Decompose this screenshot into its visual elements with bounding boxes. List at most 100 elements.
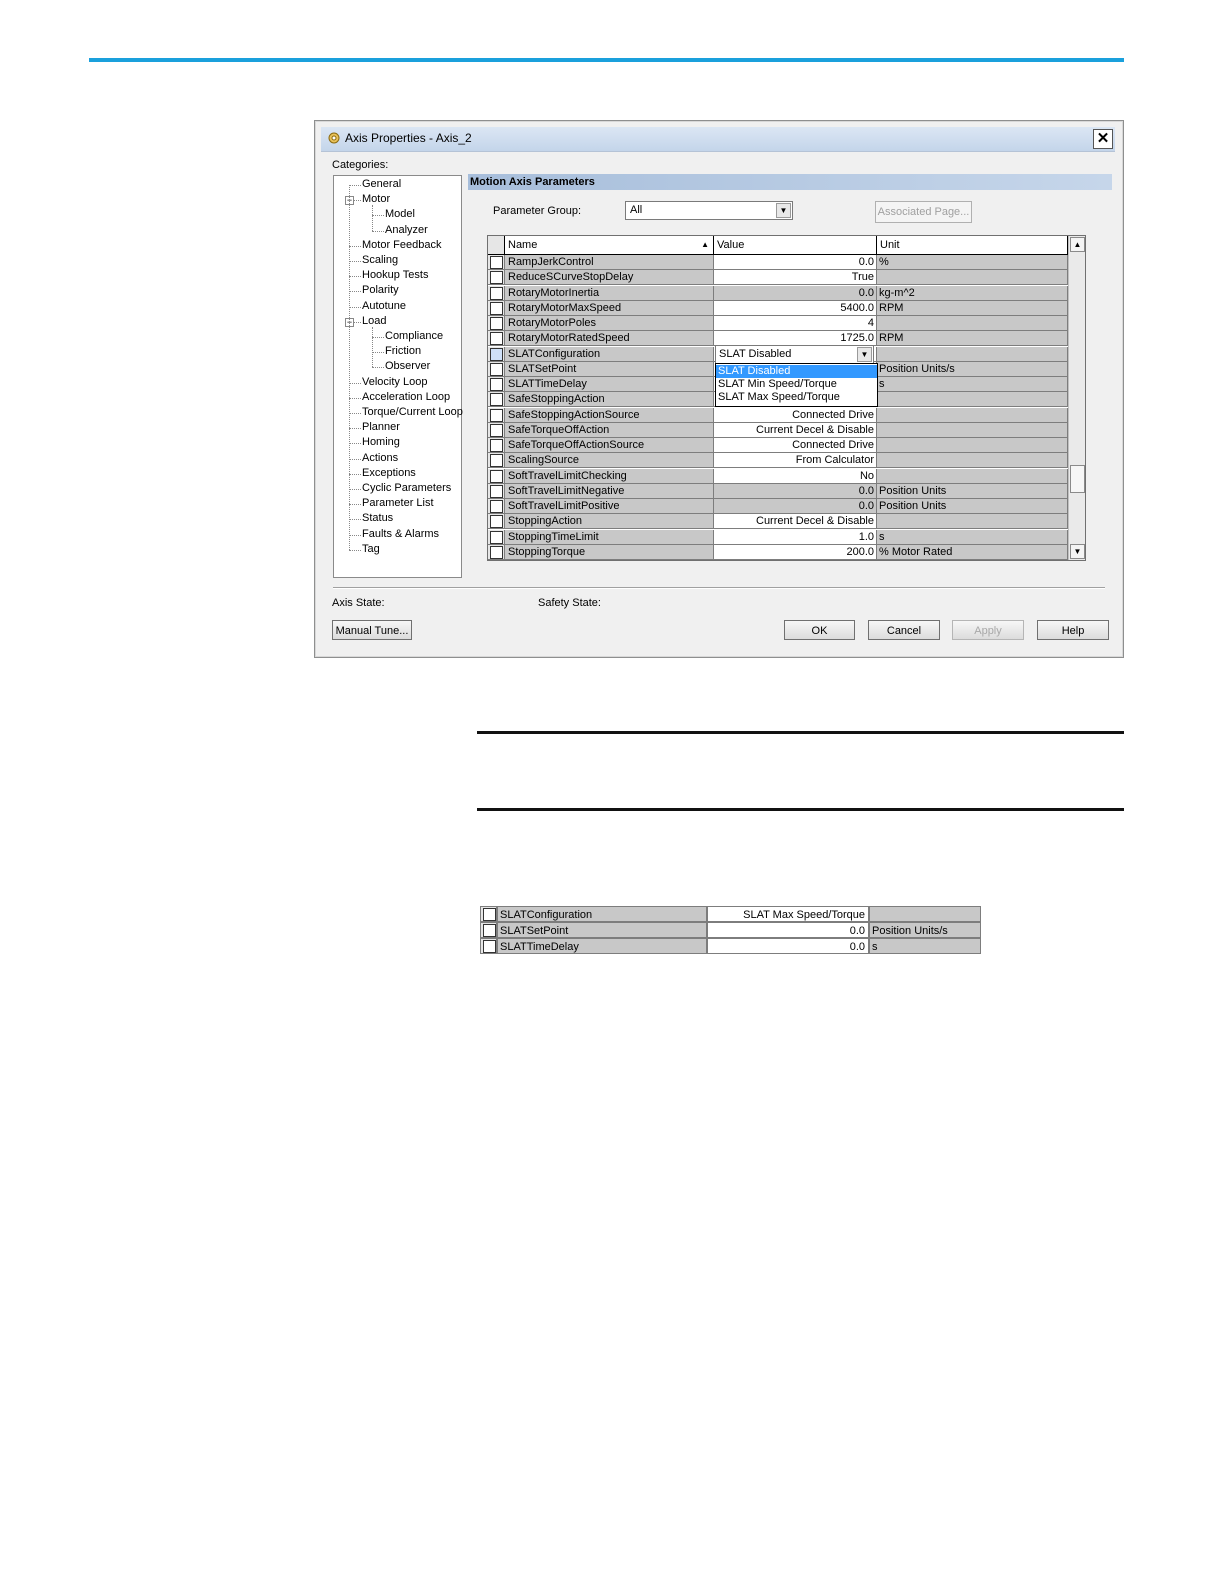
column-header-name[interactable]: Name ▲	[505, 236, 714, 254]
tree-item-actions[interactable]: Actions	[362, 452, 398, 464]
row-select-box[interactable]	[490, 301, 503, 315]
tree-item-torque-current-loop[interactable]: Torque/Current Loop	[362, 406, 463, 418]
param-value[interactable]: 4	[714, 316, 877, 331]
row-selector[interactable]	[488, 316, 505, 331]
row-selector[interactable]	[488, 346, 505, 362]
row-select-box[interactable]	[490, 271, 503, 285]
param-value[interactable]: 1725.0	[714, 331, 877, 347]
close-button[interactable]: ✕	[1093, 129, 1113, 149]
tree-item-parameter-list[interactable]: Parameter List	[362, 497, 434, 509]
row-select-box[interactable]	[490, 256, 503, 269]
row-select-box[interactable]	[490, 408, 503, 422]
slat-configuration-select[interactable]: SLAT Disabled ▼	[715, 345, 874, 364]
tree-item-hookup-tests[interactable]: Hookup Tests	[362, 269, 428, 281]
table-row[interactable]: SafeStoppingActionSource Connected Drive	[488, 407, 1068, 423]
row-select-box[interactable]	[490, 332, 503, 346]
row-select-box[interactable]	[490, 393, 503, 407]
tree-item-exceptions[interactable]: Exceptions	[362, 467, 416, 479]
tree-item-status[interactable]: Status	[362, 512, 393, 524]
table-row[interactable]: SoftTravelLimitPositive 0.0 Position Units	[488, 499, 1068, 514]
grid-scrollbar[interactable]: ▲ ▼	[1068, 236, 1085, 560]
help-button[interactable]: Help	[1037, 620, 1109, 640]
table-row[interactable]: StoppingTorque 200.0% Motor Rated	[488, 544, 1068, 560]
tree-item-general[interactable]: General	[362, 178, 401, 190]
column-header-unit[interactable]: Unit	[877, 236, 1068, 254]
dropdown-option[interactable]: SLAT Disabled	[716, 365, 877, 378]
row-selector[interactable]	[488, 285, 505, 301]
param-value[interactable]: Current Decel & Disable	[714, 422, 877, 438]
row-selector[interactable]	[488, 483, 505, 499]
table-row[interactable]: RotaryMotorInertia 0.0 kg-m^2	[488, 285, 1068, 301]
tree-item-autotune[interactable]: Autotune	[362, 300, 406, 312]
tree-item-tag[interactable]: Tag	[362, 543, 380, 555]
tree-item-scaling[interactable]: Scaling	[362, 254, 398, 266]
parameter-group-select[interactable]: All ▼	[625, 201, 793, 220]
row-select-box[interactable]	[490, 286, 503, 300]
param-value[interactable]: 200.0	[714, 544, 877, 560]
tree-item-motor-feedback[interactable]: Motor Feedback	[362, 239, 441, 251]
row-selector[interactable]	[488, 453, 505, 469]
row-select-box[interactable]	[490, 515, 503, 529]
row-select-box[interactable]	[490, 317, 503, 330]
row-selector[interactable]	[488, 300, 505, 316]
table-row[interactable]: SoftTravelLimitNegative 0.0 Position Units	[488, 483, 1068, 499]
table-row[interactable]: RampJerkControl 0.0%	[488, 255, 1068, 270]
tree-item-friction[interactable]: Friction	[385, 345, 421, 357]
tree-item-velocity-loop[interactable]: Velocity Loop	[362, 376, 427, 388]
apply-button[interactable]: Apply	[952, 620, 1024, 640]
table-row[interactable]: RotaryMotorMaxSpeed 5400.0 RPM	[488, 300, 1068, 316]
row-selector[interactable]	[488, 407, 505, 423]
row-selector[interactable]	[488, 331, 505, 347]
row-selector[interactable]	[488, 255, 505, 270]
table-row[interactable]: RotaryMotorPoles 4	[488, 316, 1068, 331]
tree-item-faults-alarms[interactable]: Faults & Alarms	[362, 528, 439, 540]
row-selector[interactable]	[488, 499, 505, 514]
tree-item-cyclic-parameters[interactable]: Cyclic Parameters	[362, 482, 451, 494]
tree-item-polarity[interactable]: Polarity	[362, 284, 399, 296]
row-select-box[interactable]	[490, 500, 503, 513]
row-select-box[interactable]	[490, 530, 503, 544]
manual-tune-button[interactable]: Manual Tune...	[332, 620, 412, 640]
row-selector[interactable]	[488, 377, 505, 392]
scroll-down-icon[interactable]: ▼	[1070, 544, 1085, 559]
tree-item-analyzer[interactable]: Analyzer	[385, 224, 428, 236]
chevron-down-icon[interactable]: ▼	[776, 203, 791, 218]
param-value[interactable]: 5400.0	[714, 300, 877, 316]
param-value[interactable]: Connected Drive	[714, 407, 877, 423]
row-select-box[interactable]	[490, 347, 503, 361]
row-select-box[interactable]	[490, 423, 503, 437]
tree-item-compliance[interactable]: Compliance	[385, 330, 443, 342]
dropdown-option[interactable]: SLAT Min Speed/Torque	[716, 378, 877, 391]
tree-item-model[interactable]: Model	[385, 208, 415, 220]
row-selector[interactable]	[488, 270, 505, 286]
scroll-thumb[interactable]	[1070, 465, 1085, 493]
row-selector[interactable]	[488, 392, 505, 408]
param-value[interactable]: Connected Drive	[714, 438, 877, 453]
row-select-box[interactable]	[490, 469, 503, 483]
row-select-box[interactable]	[490, 362, 503, 376]
chevron-down-icon[interactable]: ▼	[857, 347, 872, 362]
table-row[interactable]: ScalingSource From Calculator	[488, 453, 1068, 469]
table-row[interactable]: StoppingTimeLimit 1.0 s	[488, 529, 1068, 545]
table-row[interactable]: RotaryMotorRatedSpeed 1725.0 RPM	[488, 331, 1068, 347]
column-header-value[interactable]: Value	[714, 236, 877, 254]
tree-item-planner[interactable]: Planner	[362, 421, 400, 433]
tree-item-motor[interactable]: Motor	[362, 193, 390, 205]
table-row[interactable]: SafeTorqueOffActionSource Connected Drive	[488, 438, 1068, 453]
title-bar[interactable]: Axis Properties - Axis_2 ✕	[321, 127, 1115, 152]
table-row[interactable]: StoppingAction Current Decel & Disable	[488, 514, 1068, 530]
cancel-button[interactable]: Cancel	[868, 620, 940, 640]
table-row[interactable]: ReduceSCurveStopDelay True	[488, 270, 1068, 286]
row-selector[interactable]	[488, 361, 505, 377]
param-value[interactable]: True	[714, 270, 877, 286]
associated-page-button[interactable]: Associated Page...	[875, 201, 972, 223]
row-selector[interactable]	[488, 529, 505, 545]
row-selector[interactable]	[488, 422, 505, 438]
tree-item-acceleration-loop[interactable]: Acceleration Loop	[362, 391, 450, 403]
dropdown-option[interactable]: SLAT Max Speed/Torque	[716, 391, 877, 404]
tree-item-homing[interactable]: Homing	[362, 436, 400, 448]
param-value[interactable]: 0.0	[714, 255, 877, 270]
row-selector[interactable]	[488, 468, 505, 484]
ok-button[interactable]: OK	[784, 620, 855, 640]
tree-item-load[interactable]: Load	[362, 315, 386, 327]
